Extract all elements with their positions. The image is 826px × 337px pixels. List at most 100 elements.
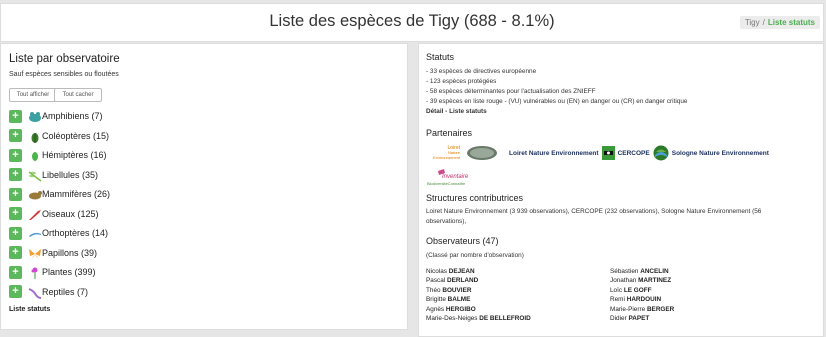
observatory-group[interactable]: + Orthoptères (14) [9,225,108,241]
flower-icon [28,266,42,279]
observer-last-name: DEJEAN [448,268,475,275]
statuts-title: Statuts [426,52,455,62]
observer-last-name: HERGIBO [445,305,476,313]
partner-name[interactable]: Loiret Nature Environnement [509,150,599,157]
observer-first-name: Jonathan [610,277,639,285]
partner-name[interactable]: CERCOPE [618,150,650,157]
expand-button[interactable]: + [9,187,22,201]
observer-last-name: BALME [447,296,471,304]
observers-left-column: Nicolas DEJEAN Pascal DERLAND Théo BOUVIER… [426,267,531,323]
bug-icon [28,149,42,161]
observer-entry[interactable]: Loïc LE GOFF [610,286,674,295]
observer-first-name: Brigitte [426,296,448,304]
observer-entry[interactable]: Brigitte BALME [426,295,531,304]
expand-button[interactable]: + [9,207,22,220]
observateurs-note: (Classé par nombre d'observation) [426,252,524,259]
detail-statuts-link[interactable]: Détail - Liste statuts [426,108,487,115]
expand-button[interactable]: + [9,285,22,298]
page-title: Liste des espèces de Tigy (688 - 8.1%) [1,12,823,31]
lizard-icon [28,286,42,299]
observer-first-name: Agnès [426,305,446,313]
observer-entry[interactable]: Jonathan MARTINEZ [610,276,674,285]
expand-button[interactable]: + [9,265,22,279]
observers-right-column: Sébastien ANCELIN Jonathan MARTINEZ Loïc L… [610,267,674,323]
observer-entry[interactable]: Didier PAPET [610,314,674,323]
observatory-group-label[interactable]: Plantes (399) [42,267,96,277]
observer-entry[interactable]: Remi HARDOUIN [610,295,674,304]
observer-entry[interactable]: Nicolas DEJEAN [426,267,531,276]
observer-first-name: Loïc [610,286,624,294]
partner-name[interactable]: Sologne Nature Environnement [672,150,769,157]
observatory-group-label[interactable]: Orthoptères (14) [42,228,108,238]
observatory-subtitle: Sauf espèces sensibles ou floutées [9,71,119,78]
inventaire-biodiversite-logo[interactable]: Inventaire BiodiversitéConnaître [426,167,472,187]
dragonfly-icon [28,169,42,182]
observatory-group[interactable]: + Papillons (39) [9,245,97,261]
observer-first-name: Nicolas [426,268,449,275]
observatory-group[interactable]: + Mammifères (26) [9,186,110,202]
observatory-group[interactable]: + Libellules (35) [9,167,98,183]
loiret-nature-logo[interactable]: Loiret Nature Environnement [426,143,506,163]
breadcrumb: Tigy / Liste statuts [739,16,820,29]
observer-last-name: HARDOUIN [626,296,662,304]
observatory-group-label[interactable]: Papillons (39) [42,248,97,258]
expand-button[interactable]: + [9,246,22,259]
observer-last-name: MARTINEZ [638,277,672,285]
beetle-icon [28,130,42,143]
hide-all-button[interactable]: Tout cacher [54,88,102,102]
observer-first-name: Marie-Des-Neiges [426,314,480,322]
expand-button[interactable]: + [9,109,22,123]
statut-line: - 123 espèces protégées [426,78,497,85]
structures-text: observations), [426,218,467,225]
partners-row: Loiret Nature Environnement Loiret Natur… [426,143,772,163]
observer-last-name: DE BELLEFROID [479,314,531,322]
observer-last-name: PAPET [628,314,650,322]
svg-text:Inventaire: Inventaire [442,174,469,180]
partenaires-title: Partenaires [426,128,473,138]
observer-last-name: ANCELIN [640,268,669,275]
observer-first-name: Théo [426,286,443,294]
page-header: Liste des espèces de Tigy (688 - 8.1%) T… [0,3,824,42]
title-text: Liste des espèces de Tigy [269,12,460,30]
observatory-panel-title: Liste par observatoire [9,53,120,65]
observatory-group-label[interactable]: Oiseaux (125) [42,209,99,219]
info-panel: Statuts - 33 espèces de directives europ… [418,43,824,337]
observer-entry[interactable]: Sébastien ANCELIN [610,267,674,276]
observer-first-name: Marie-Pierre [610,305,647,313]
observatory-group-label[interactable]: Coléoptères (15) [42,131,109,141]
observer-entry[interactable]: Théo BOUVIER [426,286,531,295]
observatory-group[interactable]: + Oiseaux (125) [9,206,99,222]
observatory-group-label[interactable]: Hémiptères (16) [42,150,107,160]
observatory-group[interactable]: + Coléoptères (15) [9,128,109,144]
breadcrumb-home[interactable]: Tigy [745,18,760,27]
observatory-group[interactable]: + Reptiles (7) [9,284,88,300]
structures-text: Loiret Nature Environnement (3 939 obser… [426,208,762,215]
observer-entry[interactable]: Marie-Pierre BERGER [610,305,674,314]
expand-button[interactable]: + [9,129,22,142]
liste-statuts-link[interactable]: Liste statuts [9,306,50,313]
sologne-nature-logo[interactable] [653,145,669,161]
observatory-group-label[interactable]: Mammifères (26) [42,189,110,199]
observatory-group-label[interactable]: Amphibiens (7) [42,111,103,121]
cercope-logo[interactable] [601,146,615,160]
observatory-group-label[interactable]: Libellules (35) [42,170,98,180]
observer-first-name: Didier [610,314,629,322]
observer-first-name: Pascal [426,277,447,285]
expand-button[interactable]: + [9,226,22,240]
observer-entry[interactable]: Marie-Des-Neiges DE BELLEFROID [426,314,531,323]
observer-entry[interactable]: Agnès HERGIBO [426,305,531,314]
expand-button[interactable]: + [9,148,22,162]
observer-last-name: DERLAND [446,277,479,285]
observatory-group-label[interactable]: Reptiles (7) [42,287,88,297]
observatory-group[interactable]: + Plantes (399) [9,264,96,280]
observatory-group[interactable]: + Amphibiens (7) [9,108,103,124]
observer-entry[interactable]: Pascal DERLAND [426,276,531,285]
observatory-group[interactable]: + Hémiptères (16) [9,147,107,163]
breadcrumb-separator: / [762,18,765,27]
statut-line: - 39 espèces en liste rouge - (VU) vulné… [426,98,688,105]
bird-icon [28,208,42,220]
species-count: (688 - 8.1%) [463,12,555,30]
show-all-button[interactable]: Tout afficher [9,88,57,102]
observer-last-name: BOUVIER [442,286,472,294]
expand-button[interactable]: + [9,168,22,181]
